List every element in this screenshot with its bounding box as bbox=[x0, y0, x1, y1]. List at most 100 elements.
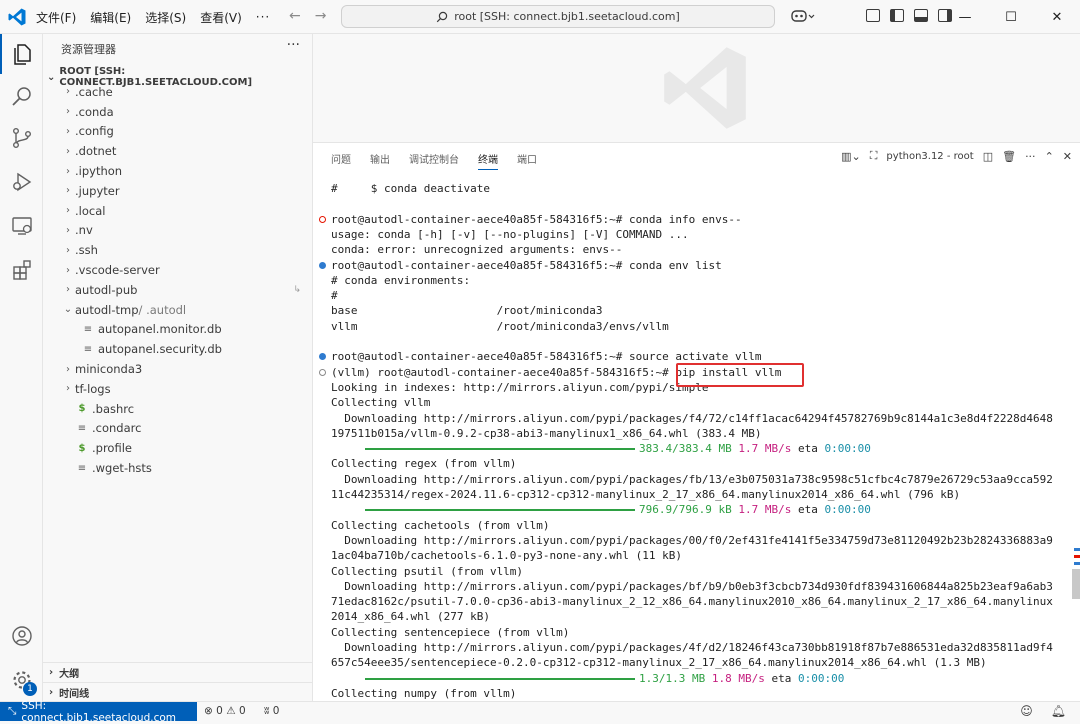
settings-icon[interactable]: 1 bbox=[0, 660, 43, 700]
command-center-search[interactable]: root [SSH: connect.bjb1.seetacloud.com] bbox=[341, 5, 775, 28]
tree-item-label: .bashrc bbox=[92, 401, 135, 416]
maximize-panel-icon[interactable]: ⌃ bbox=[1045, 150, 1054, 163]
remote-explorer-icon[interactable] bbox=[0, 206, 43, 246]
outline-label: 大纲 bbox=[59, 669, 80, 680]
vscode-watermark-icon bbox=[664, 47, 746, 129]
progress-rate: 1.7 MB/s bbox=[738, 503, 792, 517]
source-control-icon[interactable] bbox=[0, 118, 43, 158]
tree-item[interactable]: › .nv bbox=[43, 221, 313, 241]
tree-item[interactable]: ≡ .condarc bbox=[43, 419, 313, 439]
command-running-icon[interactable] bbox=[319, 368, 326, 376]
menu-view[interactable]: 查看(V) bbox=[200, 9, 242, 26]
more-icon[interactable]: ··· bbox=[1025, 150, 1036, 163]
title-bar: 文件(F) 编辑(E) 选择(S) 查看(V) ··· ← → root [SS… bbox=[0, 0, 1080, 34]
split-icon[interactable]: ◫ bbox=[983, 150, 993, 163]
tree-item[interactable]: › .vscode-server bbox=[43, 260, 313, 280]
progress-eta: 0:00:00 bbox=[824, 503, 871, 517]
tree-item[interactable]: › .ipython bbox=[43, 161, 313, 181]
more-actions-icon[interactable]: ··· bbox=[287, 37, 300, 53]
problems-status[interactable]: ⊗ 0 ⚠ 0 bbox=[204, 705, 246, 717]
tab-debug-console[interactable]: 调试控制台 bbox=[409, 151, 459, 170]
chevron-right-icon: › bbox=[49, 687, 54, 698]
chevron-down-icon: ⌄ bbox=[63, 304, 73, 316]
command-success-icon[interactable] bbox=[319, 261, 326, 269]
minimize-icon[interactable]: — bbox=[942, 0, 988, 34]
account-icon[interactable] bbox=[0, 616, 43, 656]
toggle-primary-sidebar-icon[interactable] bbox=[890, 9, 904, 22]
terminal-output[interactable]: # $ conda deactivate root@autodl-containe… bbox=[313, 177, 1073, 702]
tree-item[interactable]: $ .bashrc bbox=[43, 399, 313, 419]
file-icon: ≡ bbox=[83, 323, 93, 335]
tree-item[interactable]: ≡ autopanel.monitor.db bbox=[43, 320, 313, 340]
error-count: 0 bbox=[216, 705, 223, 717]
files-icon[interactable] bbox=[0, 34, 43, 74]
tree-item[interactable]: › .config bbox=[43, 122, 313, 142]
tree-item[interactable]: › .cache bbox=[43, 82, 313, 102]
layout-controls bbox=[866, 9, 952, 22]
tree-item[interactable]: › .local bbox=[43, 201, 313, 221]
menu-edit[interactable]: 编辑(E) bbox=[90, 9, 131, 26]
tree-item[interactable]: ⌄ autodl-tmp / .autodl bbox=[43, 300, 313, 320]
settings-update-badge: 1 bbox=[23, 682, 37, 696]
tree-item[interactable]: › .dotnet bbox=[43, 141, 313, 161]
customize-layout-icon[interactable] bbox=[866, 9, 880, 22]
tree-item[interactable]: ≡ .wget-hsts bbox=[43, 458, 313, 478]
run-debug-icon[interactable] bbox=[0, 162, 43, 202]
outline-section[interactable]: › 大纲 bbox=[43, 662, 313, 682]
forward-arrow-icon[interactable]: → bbox=[315, 8, 327, 24]
notifications-bell-icon[interactable]: 🔔︎ bbox=[1051, 704, 1066, 718]
extensions-icon[interactable] bbox=[0, 250, 43, 290]
chevron-right-icon: › bbox=[66, 284, 70, 296]
tree-item-label: .wget-hsts bbox=[92, 461, 152, 476]
maximize-icon[interactable]: ☐ bbox=[988, 0, 1034, 34]
tree-item-label: .dotnet bbox=[75, 144, 117, 159]
close-icon[interactable]: ✕ bbox=[1034, 0, 1080, 34]
remote-indicator[interactable]: ⤡ SSH: connect.bjb1.seetacloud.com bbox=[0, 700, 197, 724]
tree-item-label: miniconda3 bbox=[75, 362, 143, 377]
ports-status[interactable]: ʬ 0 bbox=[264, 705, 279, 717]
tab-ports[interactable]: 端口 bbox=[517, 151, 537, 170]
tree-item-label: autopanel.monitor.db bbox=[98, 322, 222, 337]
tree-item-label: .ssh bbox=[75, 243, 98, 258]
chevron-right-icon: › bbox=[66, 106, 70, 118]
vscode-logo-icon bbox=[8, 8, 26, 26]
toggle-panel-icon[interactable] bbox=[914, 9, 928, 22]
menu-file[interactable]: 文件(F) bbox=[36, 9, 76, 26]
copilot-status-icon[interactable]: ☺ bbox=[1020, 704, 1033, 718]
tree-item-label: .ipython bbox=[75, 164, 123, 179]
tree-item-label: autopanel.security.db bbox=[98, 342, 222, 357]
tree-item[interactable]: › .ssh bbox=[43, 240, 313, 260]
tree-item[interactable]: › miniconda3 bbox=[43, 359, 313, 379]
tree-item[interactable]: $ .profile bbox=[43, 438, 313, 458]
scrollbar-thumb[interactable] bbox=[1072, 569, 1080, 599]
tree-item-label: tf-logs bbox=[75, 381, 111, 396]
terminal-line: base /root/miniconda3 bbox=[331, 304, 603, 318]
warning-icon: ⚠ bbox=[226, 705, 236, 717]
close-panel-icon[interactable]: ✕ bbox=[1063, 150, 1072, 163]
tree-item[interactable]: › .jupyter bbox=[43, 181, 313, 201]
tab-terminal[interactable]: 终端 bbox=[478, 151, 498, 170]
tree-item[interactable]: › tf-logs bbox=[43, 379, 313, 399]
command-success-icon[interactable] bbox=[319, 353, 326, 361]
progress-bar bbox=[365, 677, 635, 680]
menu-bar: 文件(F) 编辑(E) 选择(S) 查看(V) ··· bbox=[36, 0, 284, 34]
editor-area bbox=[313, 34, 1080, 142]
progress-bar bbox=[365, 509, 635, 512]
search-icon[interactable] bbox=[0, 76, 43, 116]
terminal-name[interactable]: python3.12 - root bbox=[886, 151, 973, 162]
tab-output[interactable]: 输出 bbox=[370, 151, 390, 170]
menu-more[interactable]: ··· bbox=[256, 10, 270, 24]
tree-item[interactable]: › autodl-pub ↳ bbox=[43, 280, 313, 300]
menu-selection[interactable]: 选择(S) bbox=[145, 9, 186, 26]
trash-icon[interactable]: 🗑 bbox=[1002, 150, 1016, 163]
tab-problems[interactable]: 问题 bbox=[331, 151, 351, 170]
tree-item[interactable]: ≡ autopanel.security.db bbox=[43, 339, 313, 359]
back-arrow-icon[interactable]: ← bbox=[289, 8, 301, 24]
command-error-icon[interactable] bbox=[319, 215, 326, 223]
terminal-line: # $ conda deactivate bbox=[331, 182, 490, 195]
copilot-icon[interactable] bbox=[790, 8, 816, 28]
split-terminal-icon[interactable]: ▥⌄ bbox=[841, 150, 861, 163]
terminal-line: 71edac8162c/psutil-7.0.0-cp36-abi3-manyl… bbox=[331, 595, 1053, 609]
activity-bar: 1 bbox=[0, 34, 43, 701]
tree-item[interactable]: › .conda bbox=[43, 102, 313, 122]
